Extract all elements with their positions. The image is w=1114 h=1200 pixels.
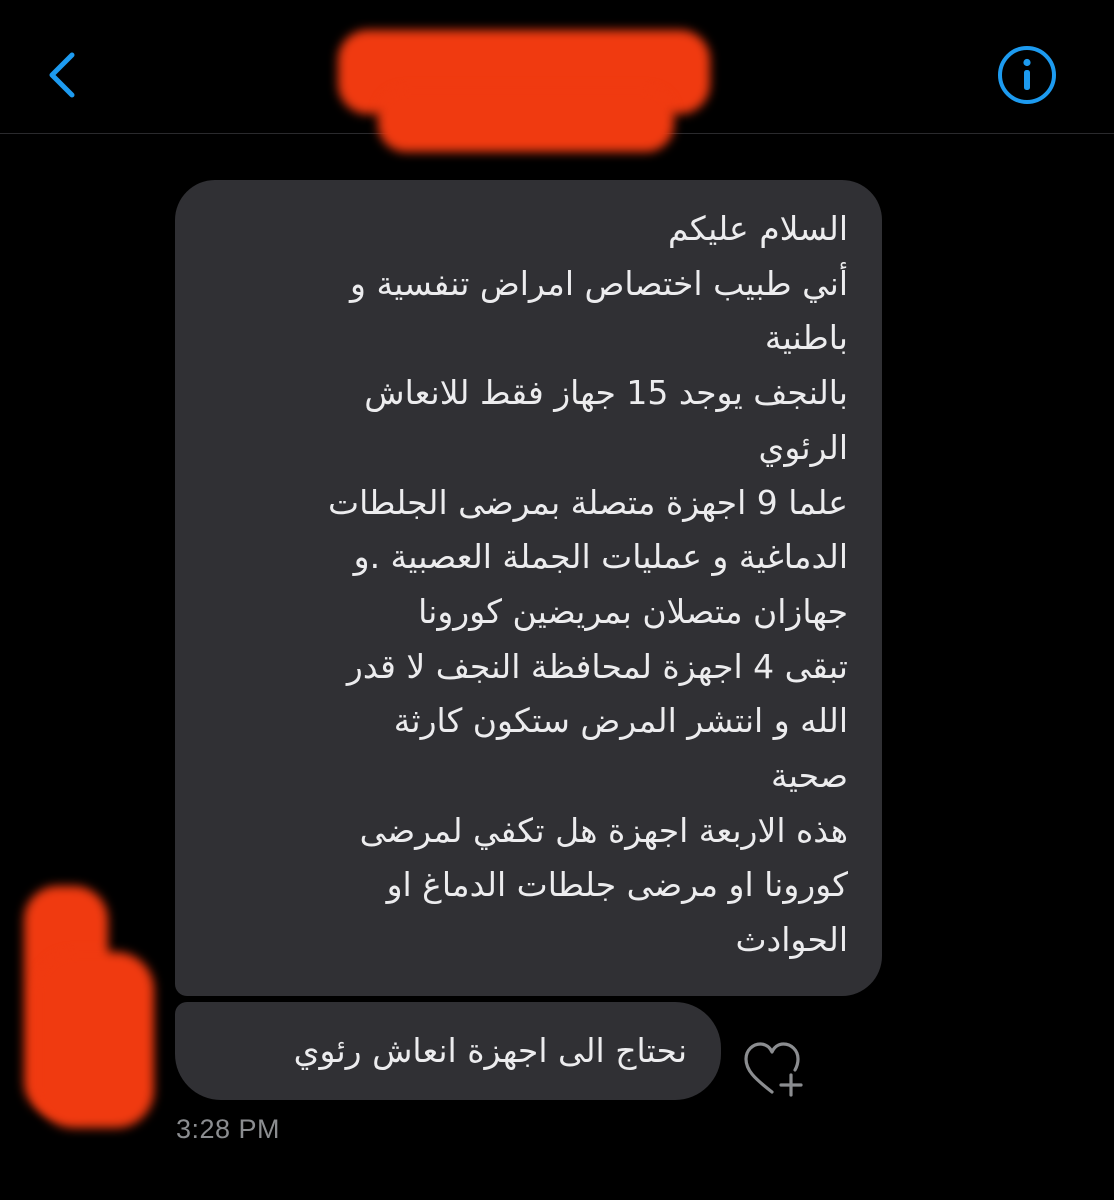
chevron-left-icon (49, 52, 75, 98)
message-thread: السلام عليكم أني طبيب اختصاص امراض تنفسي… (0, 134, 1114, 1200)
conversation-header (0, 0, 1114, 152)
redacted-avatar-lower (36, 952, 154, 1128)
message-line: الدماغية و عمليات الجملة العصبية .و (353, 537, 848, 577)
message-line: السلام عليكم (667, 209, 848, 248)
message-line: علما 9 اجهزة متصلة بمرضى الجلطات (328, 482, 848, 522)
message-line: هذه الاربعة اجهزة هل تكفي لمرضى (359, 810, 848, 850)
message-bubble-short[interactable]: نحتاج الى اجهزة انعاش رئوي (175, 1002, 721, 1100)
heart-plus-icon (744, 1042, 803, 1097)
message-line: جهازان متصلان بمريضين كورونا (418, 591, 848, 631)
info-circle-icon (998, 46, 1056, 104)
message-line: صحية (771, 756, 848, 796)
message-timestamp: 3:28 PM (176, 1114, 281, 1144)
message-line: بالنجف يوجد 15 جهاز فقط للانعاش (364, 373, 848, 413)
message-line: تبقى 4 اجهزة لمحافظة النجف لا قدر (346, 646, 848, 686)
message-line: باطنية (764, 318, 848, 358)
message-line: أني طبيب اختصاص امراض تنفسية و (350, 263, 848, 303)
message-line: كورونا او مرضى جلطات الدماغ او (386, 865, 848, 905)
message-text: نحتاج الى اجهزة انعاش رئوي (293, 1031, 687, 1070)
message-line: الحوادث (735, 920, 848, 960)
react-button[interactable] (742, 1040, 806, 1100)
message-bubble[interactable]: السلام عليكم أني طبيب اختصاص امراض تنفسي… (175, 180, 882, 996)
info-button[interactable] (996, 44, 1058, 106)
message-line: الرئوي (758, 427, 849, 467)
back-button[interactable] (40, 48, 90, 102)
message-line: الله و انتشر المرض ستكون كارثة (393, 701, 848, 741)
